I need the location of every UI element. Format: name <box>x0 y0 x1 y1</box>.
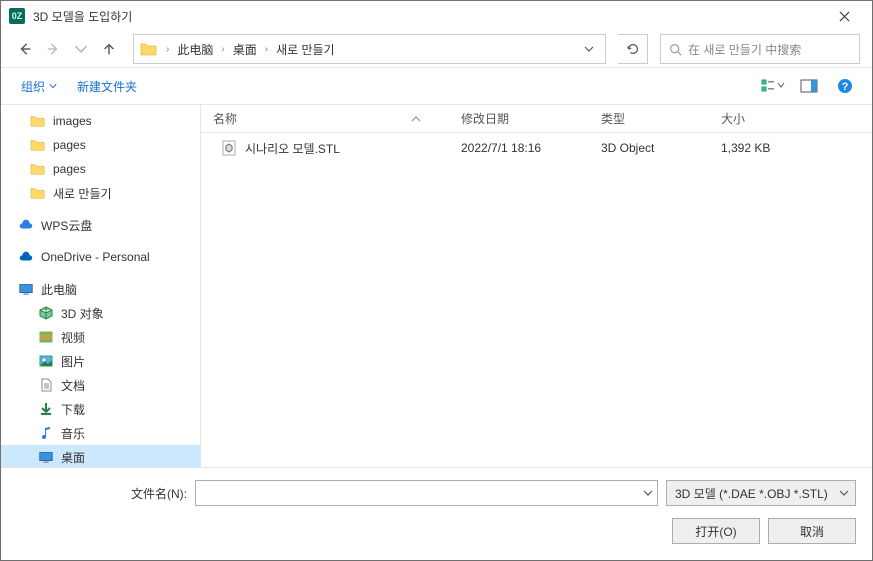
column-headers: 名称 修改日期 类型 大小 <box>201 105 872 133</box>
preview-pane-button[interactable] <box>792 74 826 98</box>
sidebar-item[interactable]: pages <box>1 157 200 181</box>
window-title: 3D 모델을 도입하기 <box>33 8 824 25</box>
toolbar: 组织 新建文件夹 ? <box>1 67 872 105</box>
sidebar-item-desktop[interactable]: 桌面 <box>1 445 200 467</box>
help-button[interactable]: ? <box>828 74 862 98</box>
column-name[interactable]: 名称 <box>201 110 461 127</box>
folder-icon <box>29 161 47 177</box>
filename-label: 文件名(N): <box>17 485 187 502</box>
folder-icon <box>140 40 158 58</box>
file-row[interactable]: 시나리오 모델.STL 2022/7/1 18:16 3D Object 1,3… <box>201 133 872 163</box>
chevron-right-icon: › <box>219 44 226 55</box>
chevron-right-icon: › <box>164 44 171 55</box>
column-size[interactable]: 大小 <box>721 110 821 127</box>
breadcrumb[interactable]: 새로 만들기 <box>270 35 341 63</box>
picture-icon <box>37 353 55 369</box>
sidebar-item-this-pc[interactable]: 此电脑 <box>1 277 200 301</box>
column-type[interactable]: 类型 <box>601 110 721 127</box>
chevron-down-icon <box>74 42 88 56</box>
arrow-right-icon <box>46 42 60 56</box>
arrow-up-icon <box>102 42 116 56</box>
close-icon <box>839 11 850 22</box>
search-placeholder: 在 새로 만들기 中搜索 <box>688 41 801 58</box>
document-icon <box>37 377 55 393</box>
sidebar: images pages pages 새로 만들기 WPS云盘 OneDrive… <box>1 105 201 467</box>
chevron-down-icon <box>49 82 57 90</box>
recent-dropdown[interactable] <box>69 37 93 61</box>
open-button[interactable]: 打开(O) <box>672 518 760 544</box>
sidebar-item-documents[interactable]: 文档 <box>1 373 200 397</box>
body: images pages pages 새로 만들기 WPS云盘 OneDrive… <box>1 105 872 467</box>
folder-icon <box>29 185 47 201</box>
address-dropdown[interactable] <box>577 44 601 54</box>
chevron-down-icon <box>643 488 653 498</box>
sidebar-item-music[interactable]: 音乐 <box>1 421 200 445</box>
up-button[interactable] <box>97 37 121 61</box>
file-name: 시나리오 모델.STL <box>245 140 340 157</box>
stl-file-icon <box>221 140 237 156</box>
cancel-button[interactable]: 取消 <box>768 518 856 544</box>
organize-button[interactable]: 组织 <box>11 74 67 99</box>
monitor-icon <box>37 449 55 465</box>
help-icon: ? <box>837 78 853 94</box>
chevron-down-icon <box>584 44 594 54</box>
sidebar-item-videos[interactable]: 视频 <box>1 325 200 349</box>
download-icon <box>37 401 55 417</box>
view-icon <box>761 79 785 93</box>
column-date[interactable]: 修改日期 <box>461 110 601 127</box>
chevron-down-icon <box>839 488 849 498</box>
file-list-area: 名称 修改日期 类型 大小 시나리오 모델.STL 2022/7/1 18:16… <box>201 105 872 467</box>
refresh-icon <box>626 42 640 56</box>
search-input[interactable]: 在 새로 만들기 中搜索 <box>660 34 860 64</box>
svg-text:?: ? <box>842 81 849 93</box>
chevron-right-icon: › <box>263 44 270 55</box>
arrow-left-icon <box>18 42 32 56</box>
folder-icon <box>29 113 47 129</box>
address-bar[interactable]: › 此电脑 › 桌面 › 새로 만들기 <box>133 34 606 64</box>
preview-pane-icon <box>800 79 818 93</box>
search-icon <box>669 43 682 56</box>
music-icon <box>37 425 55 441</box>
file-type: 3D Object <box>601 141 721 155</box>
new-folder-button[interactable]: 新建文件夹 <box>67 74 147 99</box>
file-size: 1,392 KB <box>721 141 821 155</box>
sidebar-item-downloads[interactable]: 下载 <box>1 397 200 421</box>
monitor-icon <box>17 281 35 297</box>
view-options-button[interactable] <box>756 74 790 98</box>
cube-icon <box>37 305 55 321</box>
file-type-filter[interactable]: 3D 모델 (*.DAE *.OBJ *.STL) <box>666 480 856 506</box>
forward-button[interactable] <box>41 37 65 61</box>
file-date: 2022/7/1 18:16 <box>461 141 601 155</box>
app-icon: 0Z <box>9 8 25 24</box>
nav-row: › 此电脑 › 桌面 › 새로 만들기 在 새로 만들기 中搜索 <box>1 31 872 67</box>
sidebar-item-pictures[interactable]: 图片 <box>1 349 200 373</box>
filename-input[interactable] <box>195 480 658 506</box>
breadcrumb[interactable]: 桌面 <box>227 35 263 63</box>
back-button[interactable] <box>13 37 37 61</box>
folder-icon <box>29 137 47 153</box>
sidebar-item[interactable]: images <box>1 109 200 133</box>
refresh-button[interactable] <box>618 34 648 64</box>
sidebar-item[interactable]: pages <box>1 133 200 157</box>
cloud-icon <box>17 217 35 233</box>
sort-asc-icon <box>411 115 421 123</box>
sidebar-item-onedrive[interactable]: OneDrive - Personal <box>1 245 200 269</box>
cloud-icon <box>17 249 35 265</box>
bottom-bar: 文件名(N): 3D 모델 (*.DAE *.OBJ *.STL) 打开(O) … <box>1 467 872 560</box>
breadcrumb[interactable]: 此电脑 <box>171 35 219 63</box>
titlebar: 0Z 3D 모델을 도입하기 <box>1 1 872 31</box>
file-dialog: 0Z 3D 모델을 도입하기 › 此电脑 › 桌面 › 새로 만들기 <box>0 0 873 561</box>
sidebar-item[interactable]: 새로 만들기 <box>1 181 200 205</box>
sidebar-item-3d[interactable]: 3D 对象 <box>1 301 200 325</box>
sidebar-item-wps[interactable]: WPS云盘 <box>1 213 200 237</box>
close-button[interactable] <box>824 2 864 30</box>
video-icon <box>37 329 55 345</box>
